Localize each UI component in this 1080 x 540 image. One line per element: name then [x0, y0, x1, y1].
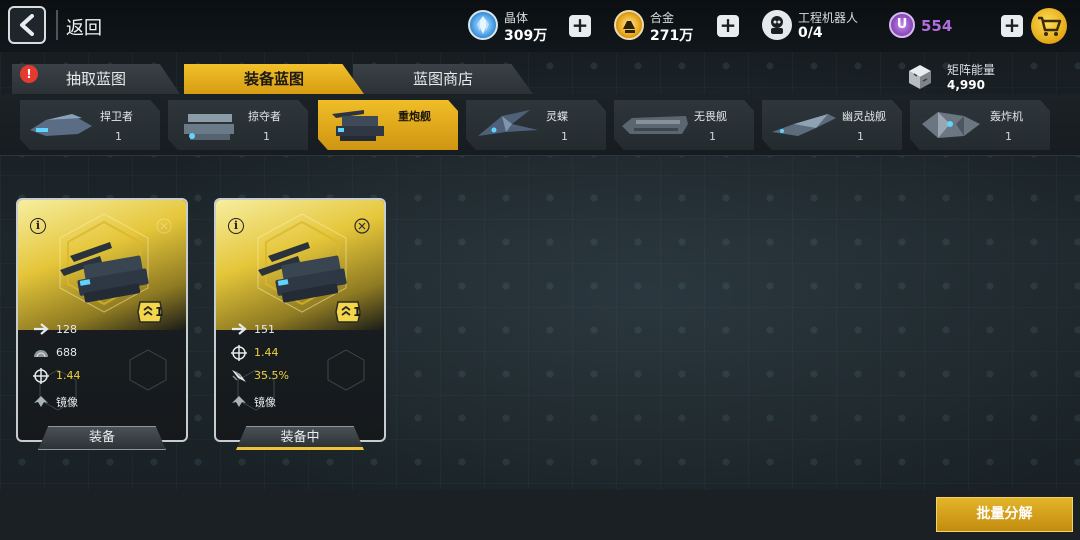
ship-count: 1: [1005, 130, 1012, 143]
stat-value: 镜像: [56, 396, 78, 409]
stat-value: 镜像: [254, 396, 276, 409]
equipped-button[interactable]: 装备中: [236, 426, 364, 450]
close-icon[interactable]: [354, 218, 370, 234]
matrix-energy: 矩阵能量 4,990: [905, 60, 1075, 94]
ship-name: 灵蝶: [546, 110, 568, 123]
ship-icon: [184, 114, 234, 140]
batch-dismantle-button[interactable]: 批量分解: [936, 497, 1073, 532]
crystal-icon: [468, 10, 498, 40]
info-icon[interactable]: i: [228, 218, 244, 234]
stat-value: 35.5%: [254, 369, 289, 382]
stat-value: 688: [56, 346, 77, 359]
tab-label: 抽取蓝图: [65, 70, 126, 88]
ship-icon: [772, 114, 836, 136]
ship-count: 1: [709, 130, 716, 143]
ship-tab-defender[interactable]: 捍卫者 1: [20, 100, 160, 150]
chevron-left-icon: [20, 14, 34, 36]
crosshair-icon: [231, 345, 247, 361]
ship-icon: [922, 112, 980, 138]
ship-tab-bomber[interactable]: 轰炸机 1: [910, 100, 1050, 150]
tab-blueprint-shop[interactable]: 蓝图商店: [353, 64, 533, 94]
stat-value: 151: [254, 323, 275, 336]
ship-count: 1: [263, 130, 270, 143]
stat-value: 1.44: [254, 346, 279, 359]
card-frame: i 1 128 688 1.44 镜像: [16, 198, 188, 442]
ship-icon: [332, 110, 384, 141]
ship-count: 1: [115, 130, 122, 143]
ship-tab-raider[interactable]: 掠夺者 1: [168, 100, 308, 150]
matrix-energy-value: 4,990: [947, 78, 985, 92]
ship-count: 1: [561, 130, 568, 143]
back-button[interactable]: [8, 6, 46, 44]
ship-tab-heavy-gunship[interactable]: 重炮舰 1: [318, 100, 458, 150]
shop-cart-button[interactable]: [1031, 8, 1067, 44]
rank-level: 1: [155, 305, 164, 319]
ship-tab-dreadnought[interactable]: 无畏舰 1: [614, 100, 754, 150]
ship-icon: [478, 110, 538, 136]
tab-draw-blueprint[interactable]: 抽取蓝图: [12, 64, 180, 94]
matrix-energy-label: 矩阵能量: [947, 63, 996, 77]
back-label[interactable]: 返回: [66, 14, 102, 40]
resource-value: 0/4: [798, 25, 823, 41]
ship-name: 重炮舰: [398, 110, 431, 123]
blueprint-card-1[interactable]: i 1 128 688 1.44 镜像 装备: [16, 198, 188, 450]
ship-count: 1: [857, 130, 864, 143]
robot-icon: [762, 10, 792, 40]
alloy-icon: [614, 10, 644, 40]
resource-value: 309万: [504, 28, 548, 44]
ship-icon: [622, 116, 688, 134]
cart-icon: [1038, 16, 1062, 36]
ship-name: 无畏舰: [694, 110, 727, 123]
u-currency-icon: U: [889, 12, 915, 38]
tab-equip-blueprint[interactable]: 装备蓝图: [184, 64, 364, 94]
ship-name: 掠夺者: [248, 110, 281, 123]
resource-robot: 工程机器人 0/4: [762, 8, 872, 44]
stat-value: 1.44: [56, 369, 81, 382]
mirror-icon: [34, 396, 48, 407]
resource-alloy: 合金 271万: [614, 8, 724, 44]
equip-button[interactable]: 装备: [38, 426, 166, 450]
crosshair-icon: [33, 368, 49, 384]
rocket-icon: [232, 370, 246, 382]
add-alloy-button[interactable]: +: [717, 15, 739, 37]
ship-name: 捍卫者: [100, 110, 133, 123]
alert-badge: !: [20, 65, 38, 83]
mirror-icon: [232, 396, 246, 407]
ship-tab-ghost-warship[interactable]: 幽灵战舰 1: [762, 100, 902, 150]
resource-label: 工程机器人: [798, 11, 859, 25]
u-currency-value: 554: [921, 17, 953, 35]
close-icon[interactable]: [156, 218, 172, 234]
top-bar: 返回 晶体 309万 + 合金 271万 + 工程机器人 0/4 U 554 +: [0, 0, 1080, 52]
ship-name: 轰炸机: [990, 110, 1023, 123]
speed-arrow-icon: [34, 323, 49, 335]
add-u-currency-button[interactable]: +: [1001, 15, 1023, 37]
ship-name: 幽灵战舰: [842, 110, 886, 123]
tab-label: 装备蓝图: [243, 70, 304, 88]
blueprint-card-2[interactable]: i 1 151 1.44 35.5% 镜像 装备中: [214, 198, 386, 450]
ship-tab-spirit-butterfly[interactable]: 灵蝶 1: [466, 100, 606, 150]
resource-label: 晶体: [504, 11, 529, 25]
tab-label: 蓝图商店: [412, 70, 473, 88]
stat-value: 128: [56, 323, 77, 336]
divider: [56, 10, 58, 40]
resource-value: 271万: [650, 28, 694, 44]
ship-icon: [30, 114, 92, 136]
radar-icon: [34, 350, 48, 358]
info-icon[interactable]: i: [30, 218, 46, 234]
add-crystal-button[interactable]: +: [569, 15, 591, 37]
resource-label: 合金: [650, 11, 675, 25]
cube-icon: [909, 65, 931, 89]
card-frame: i 1 151 1.44 35.5% 镜像: [214, 198, 386, 442]
speed-arrow-icon: [232, 323, 247, 335]
rank-level: 1: [353, 305, 362, 319]
bottom-bar: [0, 490, 1080, 540]
resource-crystal: 晶体 309万: [468, 8, 578, 44]
ship-type-strip: 捍卫者 1 掠夺者 1 重炮舰 1 灵蝶 1 无畏舰 1 幽灵战舰 1: [0, 94, 1080, 156]
